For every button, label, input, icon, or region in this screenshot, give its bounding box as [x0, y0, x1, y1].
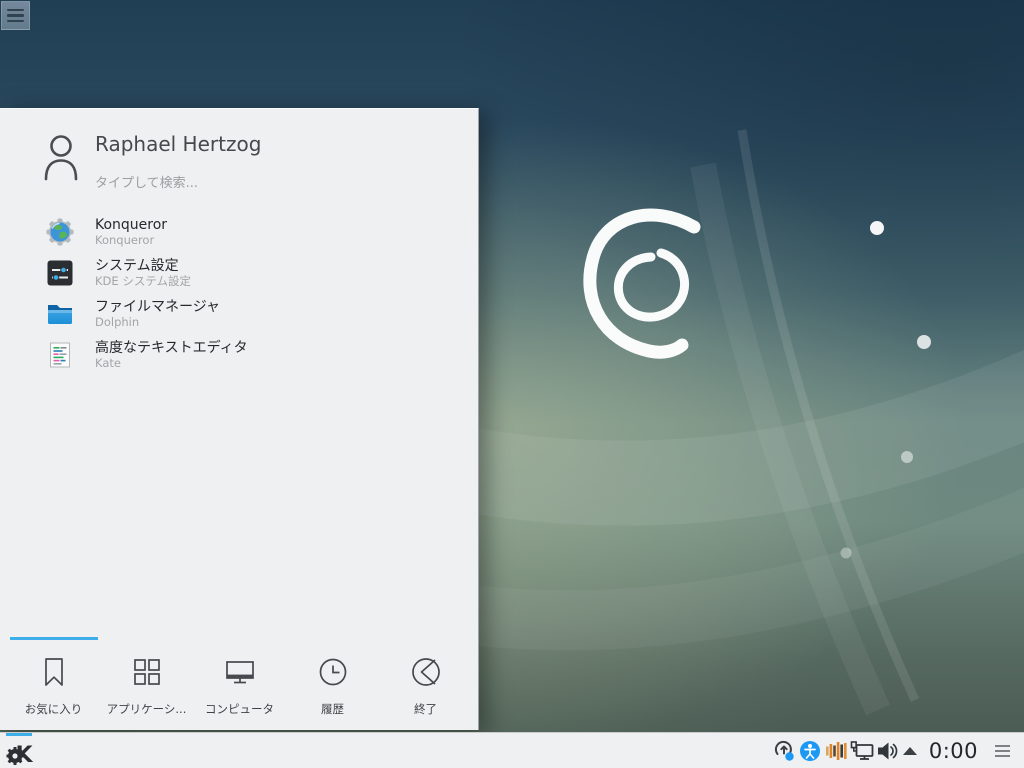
panel-hamburger-icon[interactable]: [990, 740, 1015, 762]
desktop-toolbox-button[interactable]: [1, 1, 30, 30]
system-tray: 0:00: [771, 733, 1024, 768]
tab-label: コンピュータ: [205, 701, 274, 717]
leave-back-circle-icon: [410, 656, 442, 692]
volume-speaker-icon[interactable]: [875, 738, 901, 764]
app-grid-icon: [131, 656, 163, 692]
wallpaper-dot: [870, 221, 884, 235]
system-settings-sliders-icon: [46, 259, 74, 287]
app-title: Konqueror: [95, 217, 167, 234]
tab-applications[interactable]: アプリケーシ...: [100, 646, 193, 717]
wallpaper-dot: [841, 548, 852, 559]
tab-leave[interactable]: 終了: [379, 646, 472, 717]
app-subtitle: Kate: [95, 357, 248, 370]
expand-tray-arrow-icon[interactable]: [903, 747, 917, 755]
bookmark-icon: [38, 656, 70, 692]
history-clock-icon: [317, 656, 349, 692]
app-title: ファイルマネージャ: [95, 299, 220, 316]
app-title: システム設定: [95, 258, 191, 275]
app-item-file-manager[interactable]: ファイルマネージャ Dolphin: [0, 293, 478, 334]
accessibility-icon[interactable]: [797, 738, 823, 764]
app-subtitle: Konqueror: [95, 234, 167, 247]
tab-favorites[interactable]: お気に入り: [7, 646, 100, 717]
tab-label: 履歴: [321, 701, 344, 717]
tab-label: お気に入り: [25, 701, 83, 717]
search-input[interactable]: タイプして検索...: [95, 172, 198, 191]
tab-history[interactable]: 履歴: [286, 646, 379, 717]
app-subtitle: KDE システム設定: [95, 275, 191, 288]
wired-network-icon[interactable]: [849, 738, 875, 764]
kde-k-gear-logo: K: [6, 739, 34, 768]
svg-text:K: K: [16, 743, 34, 767]
computer-monitor-icon: [224, 656, 256, 692]
app-item-text-editor[interactable]: 高度なテキストエディタ Kate: [0, 334, 478, 375]
software-update-icon[interactable]: [771, 738, 797, 764]
konqueror-globe-gear-icon: [46, 218, 74, 246]
tab-label: 終了: [414, 701, 437, 717]
bottom-panel: K: [0, 732, 1024, 768]
debian-swirl: [590, 215, 694, 352]
user-avatar-icon[interactable]: [42, 133, 80, 185]
digital-clock[interactable]: 0:00: [929, 739, 978, 763]
wallpaper-dot: [901, 451, 913, 463]
blue-folder-icon: [46, 300, 74, 328]
app-item-konqueror[interactable]: Konqueror Konqueror: [0, 211, 478, 252]
app-title: 高度なテキストエディタ: [95, 340, 248, 357]
tab-computer[interactable]: コンピュータ: [193, 646, 286, 717]
favorites-app-list: Konqueror Konqueror システム設定 KDE シ: [0, 211, 478, 375]
app-item-system-settings[interactable]: システム設定 KDE システム設定: [0, 252, 478, 293]
application-launcher-button[interactable]: K: [4, 733, 36, 768]
equalizer-bars-icon[interactable]: [823, 738, 849, 764]
user-name: Raphael Hertzog: [95, 132, 261, 156]
tab-label: アプリケーシ...: [107, 701, 187, 717]
kickoff-tabbar: お気に入り アプリケーシ...: [7, 646, 472, 717]
active-tab-indicator: [10, 637, 98, 640]
wallpaper-dot: [917, 335, 931, 349]
kickoff-launcher-popup: Raphael Hertzog タイプして検索...: [0, 108, 479, 730]
app-subtitle: Dolphin: [95, 316, 220, 329]
text-document-icon: [46, 341, 74, 369]
launcher-active-strip: [6, 733, 32, 736]
desktop: Raphael Hertzog タイプして検索...: [0, 0, 1024, 768]
